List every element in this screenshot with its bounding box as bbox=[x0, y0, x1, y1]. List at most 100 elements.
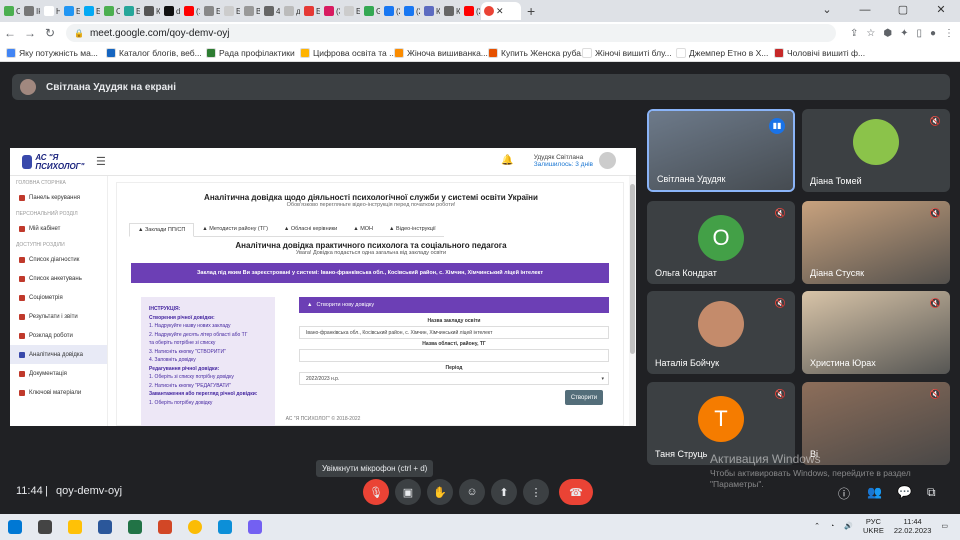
tab-4[interactable]: ▲ МОН bbox=[345, 223, 382, 237]
clock[interactable]: 11:44 22.02.2023 bbox=[894, 517, 932, 535]
star-icon[interactable]: ☆ bbox=[866, 28, 875, 39]
sidebar-item[interactable]: Результати і звіти bbox=[10, 307, 107, 326]
browser-tab[interactable]: дк bbox=[281, 2, 300, 20]
tab-5[interactable]: ▲ Відео-інструкції bbox=[381, 223, 444, 237]
volume-icon[interactable]: 🔊 bbox=[844, 522, 853, 530]
browser-tab[interactable]: Бр bbox=[81, 2, 100, 20]
raise-hand-button[interactable]: ✋ bbox=[427, 479, 453, 505]
tab-2[interactable]: ▲ Методисти району (ТГ) bbox=[194, 223, 276, 237]
chat-icon[interactable]: 💬 bbox=[897, 485, 912, 499]
browser-tab[interactable]: Бр bbox=[301, 2, 320, 20]
institution-field[interactable]: Івано-франківська обл., Косівський район… bbox=[299, 326, 609, 339]
browser-tab[interactable]: Кс bbox=[421, 2, 440, 20]
viber-icon[interactable] bbox=[240, 514, 270, 540]
browser-tab-active[interactable]: ✕ bbox=[481, 2, 521, 20]
tray-up-icon[interactable]: ⌃ bbox=[814, 522, 820, 530]
close-window-icon[interactable]: ✕ bbox=[922, 0, 960, 22]
browser-tab[interactable]: (2) bbox=[461, 2, 480, 20]
forward-icon[interactable]: → bbox=[20, 26, 40, 40]
address-bar[interactable]: 🔒 meet.google.com/qoy-demv-oyj bbox=[66, 24, 836, 42]
browser-tab[interactable]: Gr bbox=[361, 2, 380, 20]
bookmark-item[interactable]: Жіноча вишиванка... bbox=[394, 47, 488, 58]
user-menu[interactable]: 🔔 Удудяк Світлана Залишилось: 3 днів bbox=[501, 152, 616, 169]
participant-tile[interactable]: Діана Томей 🔇 bbox=[802, 109, 950, 192]
browser-tab[interactable]: Бр bbox=[201, 2, 220, 20]
bookmark-item[interactable]: Чоловічі вишиті ф... bbox=[774, 47, 868, 58]
bookmark-item[interactable]: Яку потужність ма... bbox=[6, 47, 106, 58]
chrome-icon[interactable] bbox=[180, 514, 210, 540]
maximize-icon[interactable]: ▢ bbox=[884, 0, 922, 22]
browser-tab[interactable]: Бр bbox=[121, 2, 140, 20]
share-icon[interactable]: ⇪ bbox=[850, 28, 858, 39]
browser-tab[interactable]: Ik Ne bbox=[21, 2, 40, 20]
participant-tile[interactable]: Христина Юрах 🔇 bbox=[802, 291, 950, 374]
sidebar-item[interactable]: Соціометрія bbox=[10, 288, 107, 307]
sidebar-item[interactable]: Ключові матеріали bbox=[10, 383, 107, 402]
new-tab-button[interactable]: + bbox=[527, 3, 535, 19]
tab-search-icon[interactable]: ⌄ bbox=[808, 0, 846, 22]
present-button[interactable]: ⬆ bbox=[491, 479, 517, 505]
tab-3[interactable]: ▲ Обласні керівники bbox=[275, 223, 346, 237]
reload-icon[interactable]: ↻ bbox=[40, 26, 60, 40]
bookmark-item[interactable]: Жіночі вишиті блу... bbox=[582, 47, 676, 58]
browser-tab[interactable]: dk bbox=[161, 2, 180, 20]
browser-tab[interactable]: Кс bbox=[141, 2, 160, 20]
menu-icon[interactable]: ⋮ bbox=[944, 28, 954, 39]
participant-tile[interactable]: Світлана Удудяк ▮▮ bbox=[647, 109, 795, 192]
activities-icon[interactable]: ⧉ bbox=[927, 485, 936, 500]
leave-call-button[interactable]: ☎ bbox=[559, 479, 593, 505]
browser-tab[interactable]: Кс bbox=[441, 2, 460, 20]
sidepanel-icon[interactable]: ▯ bbox=[916, 28, 922, 39]
language-indicator[interactable]: РУС UKRE bbox=[863, 517, 884, 535]
microphone-off-button[interactable]: 🎙 bbox=[363, 479, 389, 505]
scrollbar-thumb[interactable] bbox=[630, 184, 635, 354]
participant-tile[interactable]: Наталія Бойчук 🔇 bbox=[647, 291, 795, 374]
browser-tab[interactable]: (2) bbox=[381, 2, 400, 20]
puzzle-icon[interactable]: ✦ bbox=[900, 28, 908, 39]
participant-tile[interactable]: Діана Стусяк 🔇 bbox=[802, 201, 950, 284]
sidebar-item[interactable]: Мій кабінет bbox=[10, 219, 107, 238]
camera-button[interactable]: ▣ bbox=[395, 479, 421, 505]
profile-icon[interactable]: ● bbox=[930, 28, 936, 39]
info-icon[interactable]: ⓘ bbox=[838, 485, 850, 502]
bookmark-item[interactable]: Каталог блогів, веб... bbox=[106, 47, 206, 58]
bookmark-item[interactable]: Цифрова освіта та ... bbox=[300, 47, 394, 58]
people-icon[interactable]: 👥 bbox=[867, 485, 882, 499]
browser-tab[interactable]: Сг bbox=[1, 2, 20, 20]
word-icon[interactable] bbox=[90, 514, 120, 540]
close-icon[interactable]: ✕ bbox=[496, 6, 504, 17]
browser-tab[interactable]: 4( bbox=[261, 2, 280, 20]
edge-icon[interactable] bbox=[210, 514, 240, 540]
browser-tab[interactable]: Су bbox=[101, 2, 120, 20]
sidebar-item[interactable]: Аналітична довідка bbox=[10, 345, 107, 364]
browser-tab[interactable]: Ві bbox=[241, 2, 260, 20]
sidebar-item[interactable]: Список анкетувань bbox=[10, 269, 107, 288]
excel-icon[interactable] bbox=[120, 514, 150, 540]
participant-tile[interactable]: Ві 🔇 bbox=[802, 382, 950, 465]
bookmark-item[interactable]: Рада профілактики bbox=[206, 47, 300, 58]
notifications-icon[interactable]: ▭ bbox=[941, 522, 948, 530]
browser-tab[interactable]: (2) bbox=[401, 2, 420, 20]
period-select[interactable]: 2022/2023 н.р. ▾ bbox=[299, 372, 609, 385]
windows-start-icon[interactable] bbox=[0, 514, 30, 540]
browser-tab[interactable]: (1) bbox=[181, 2, 200, 20]
browser-tab[interactable]: Бр bbox=[341, 2, 360, 20]
reactions-button[interactable]: ☺ bbox=[459, 479, 485, 505]
participant-tile[interactable]: О Ольга Кондрат 🔇 bbox=[647, 201, 795, 284]
search-icon[interactable] bbox=[30, 514, 60, 540]
region-field[interactable] bbox=[299, 349, 609, 362]
tab-1[interactable]: ▲ Заклади ПП/СП bbox=[129, 223, 195, 237]
bell-icon[interactable]: 🔔 bbox=[501, 155, 513, 166]
network-icon[interactable]: ◔ bbox=[830, 523, 834, 530]
extension-icon[interactable]: ⬢ bbox=[883, 28, 892, 39]
sidebar-item[interactable]: Список діагностик bbox=[10, 250, 107, 269]
avatar[interactable] bbox=[599, 152, 616, 169]
more-options-button[interactable]: ⋮ bbox=[523, 479, 549, 505]
browser-tab[interactable]: Бр bbox=[221, 2, 240, 20]
sidebar-item[interactable]: Панель керування bbox=[10, 188, 107, 207]
browser-tab[interactable]: Бр bbox=[61, 2, 80, 20]
scrollbar[interactable] bbox=[629, 176, 636, 426]
back-icon[interactable]: ← bbox=[0, 26, 20, 40]
sidebar-item[interactable]: Розклад роботи bbox=[10, 326, 107, 345]
hamburger-icon[interactable]: ☰ bbox=[96, 155, 106, 168]
